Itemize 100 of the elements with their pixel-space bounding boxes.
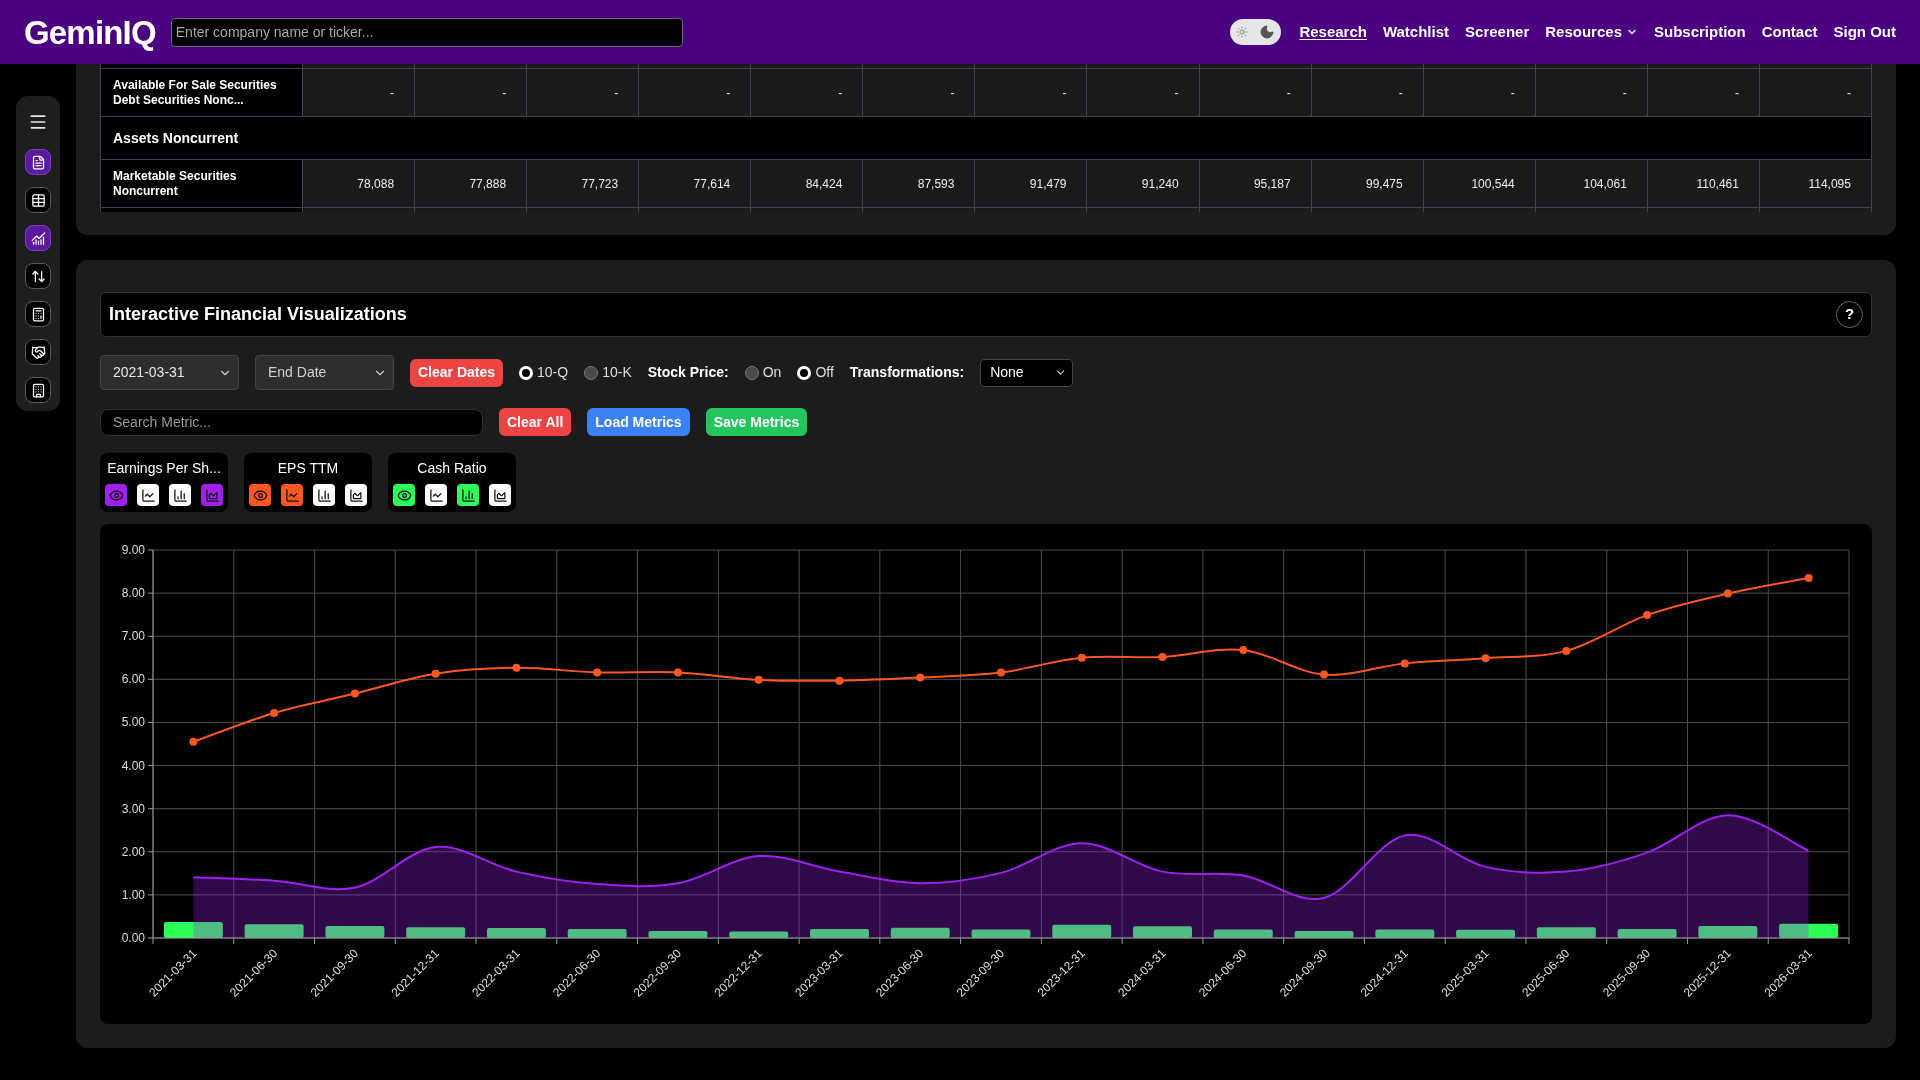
chart-type-button[interactable]: [313, 484, 335, 506]
sidebar-button[interactable]: [25, 263, 51, 289]
bar: [406, 927, 466, 938]
bar: [648, 931, 708, 938]
bar: [1294, 931, 1354, 938]
y-axis-label: 9.00: [121, 543, 145, 557]
sidebar-button[interactable]: [25, 225, 51, 251]
data-point: [997, 668, 1005, 677]
field-label: Stock Price:: [647, 363, 729, 382]
data-point: [1320, 670, 1329, 679]
end-date-select[interactable]: End Date: [255, 355, 394, 390]
radio-label: On: [762, 363, 782, 382]
area-chart-icon: [204, 487, 220, 503]
data-point: [916, 673, 925, 682]
data-point: [754, 675, 763, 684]
sidebar-button[interactable]: [25, 301, 51, 327]
row-label: Available For Sale Securities Debt Securities Nonc...: [101, 69, 303, 116]
data-point: [673, 668, 682, 677]
visibility-toggle[interactable]: [105, 484, 127, 506]
y-axis-label: 7.00: [121, 629, 145, 644]
bar: [1536, 927, 1596, 938]
visibility-toggle[interactable]: [249, 484, 271, 506]
data-point: [1158, 652, 1167, 661]
metric-name: Cash Ratio: [417, 459, 487, 477]
logo[interactable]: GeminIQ: [24, 15, 156, 49]
bar-chart-icon: [460, 487, 476, 503]
nav-link[interactable]: Resources: [1545, 20, 1638, 44]
section-heading: Assets Noncurrent: [113, 128, 239, 148]
data-point: [1804, 574, 1813, 582]
chart-icon: [30, 230, 46, 246]
building-icon: [30, 382, 46, 398]
bar: [486, 928, 546, 938]
y-axis-label: 5.00: [121, 715, 145, 730]
bar: [1133, 926, 1192, 938]
sidebar-button[interactable]: [25, 149, 51, 175]
chart-type-button[interactable]: [457, 484, 479, 506]
data-point: [835, 676, 844, 685]
data-point: [512, 663, 521, 672]
data-point: [189, 737, 198, 746]
y-axis-label: 0.00: [121, 931, 145, 945]
data-point: [1481, 654, 1490, 663]
sidebar-button[interactable]: [25, 339, 51, 365]
data-point: [1400, 659, 1409, 668]
visibility-toggle[interactable]: [393, 484, 415, 506]
action-button[interactable]: Clear All: [499, 408, 572, 436]
moon-icon: [1259, 24, 1276, 40]
handshake-icon: [30, 344, 46, 360]
line-chart-icon: [428, 487, 444, 503]
chart-type-button[interactable]: [169, 484, 191, 506]
eye-icon: [108, 487, 124, 503]
area-chart-icon: [492, 487, 508, 503]
sidebar-button[interactable]: [25, 377, 51, 403]
bar-chart-icon: [316, 487, 332, 503]
transformations-select[interactable]: None: [980, 358, 1074, 387]
y-axis-label: 6.00: [121, 672, 145, 687]
y-axis-label: 3.00: [121, 801, 145, 816]
data-point: [1723, 589, 1732, 598]
nav-link[interactable]: Watchlist: [1382, 20, 1450, 44]
eye-icon: [252, 487, 268, 503]
bar: [971, 929, 1031, 938]
menu-icon[interactable]: [28, 112, 48, 132]
search-field[interactable]: Enter company name or ticker...: [170, 17, 683, 47]
radio-label: 10-Q: [537, 363, 569, 382]
sun-icon: [1236, 26, 1249, 38]
y-axis-label: 1.00: [121, 887, 145, 902]
bar: [890, 927, 950, 938]
clear-dates-button[interactable]: Clear Dates: [410, 358, 504, 387]
panel-title: Interactive Financial Visualizations: [109, 303, 407, 326]
theme-toggle[interactable]: [1230, 19, 1282, 45]
radio-button[interactable]: [584, 365, 599, 380]
line-chart-icon: [284, 487, 300, 503]
bar: [163, 922, 223, 938]
action-button[interactable]: Load Metrics: [587, 408, 690, 436]
y-axis-label: 4.00: [121, 758, 145, 773]
chart-type-button[interactable]: [345, 484, 367, 506]
chart-type-button[interactable]: [425, 484, 447, 506]
metric-name: Earnings Per Sh...: [107, 459, 221, 477]
table-icon: [30, 192, 46, 208]
bar: [1617, 928, 1677, 938]
bar: [1375, 929, 1435, 938]
row-label: Marketable Securities Noncurrent: [101, 160, 303, 207]
data-point: [593, 668, 602, 677]
nav-link[interactable]: Contact: [1761, 20, 1818, 44]
metric-search-field[interactable]: Search Metric...: [100, 408, 483, 436]
radio-label: 10-K: [602, 363, 632, 382]
nav-link[interactable]: Subscription: [1654, 20, 1746, 44]
nav-link[interactable]: Research: [1299, 20, 1367, 44]
chart-type-button[interactable]: [137, 484, 159, 506]
line-chart-icon: [140, 487, 156, 503]
bar: [810, 928, 869, 938]
chart-type-button[interactable]: [489, 484, 511, 506]
radio-button[interactable]: [744, 365, 759, 380]
eye-icon: [396, 487, 412, 503]
nav-link[interactable]: Sign Out: [1833, 20, 1896, 44]
calculator-icon: [30, 306, 46, 322]
start-date-select[interactable]: 2021-03-31: [100, 355, 239, 390]
nav-link[interactable]: Screener: [1465, 20, 1530, 44]
metric-name: EPS TTM: [277, 459, 339, 477]
sidebar-button[interactable]: [25, 187, 51, 213]
data-point: [1077, 653, 1086, 662]
